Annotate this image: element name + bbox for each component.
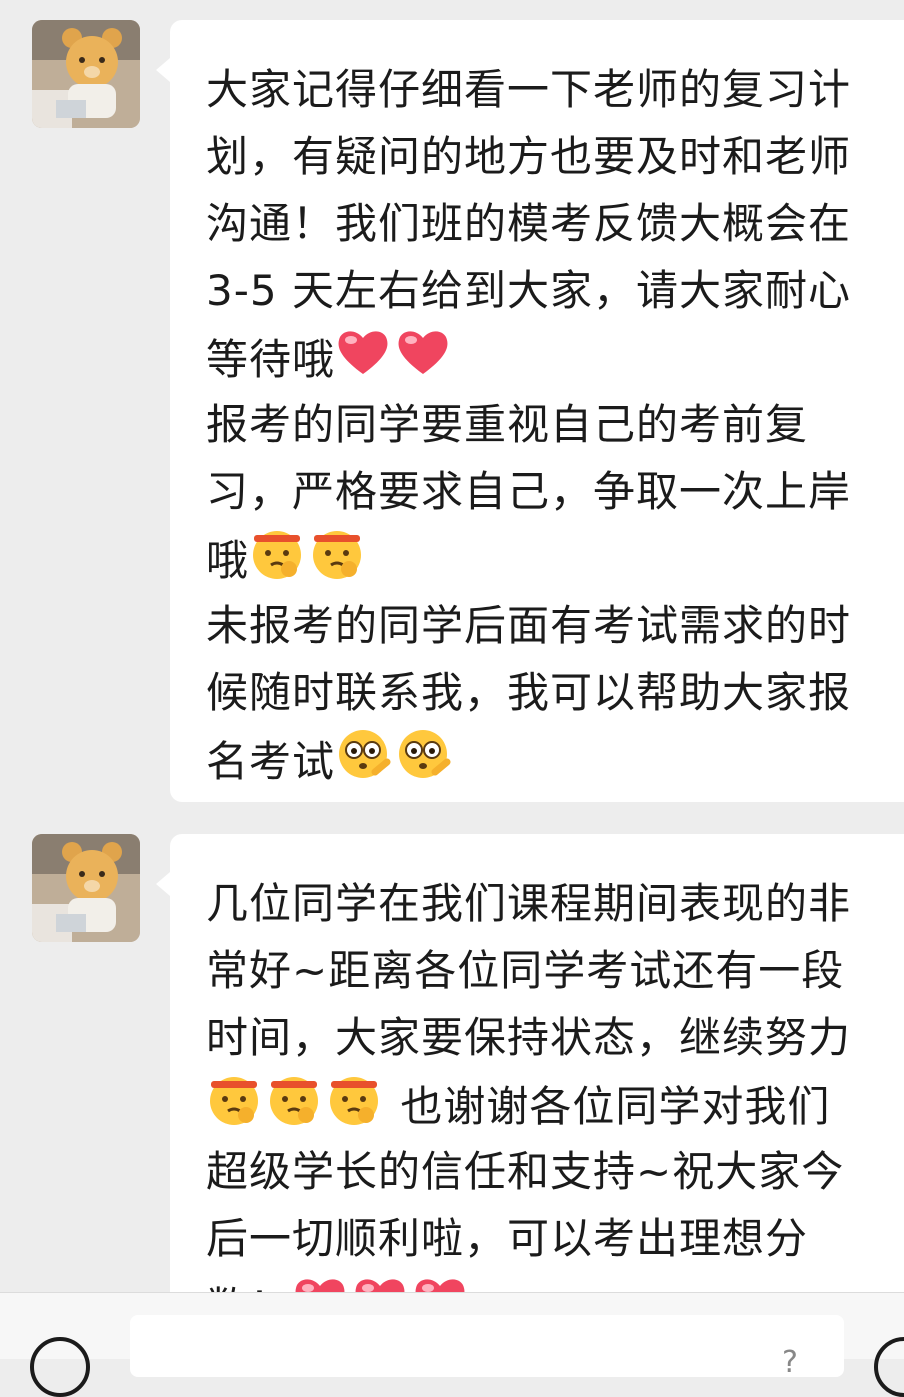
message-line: 大家记得仔细看一下老师的复习计 bbox=[206, 65, 852, 114]
message-line-with-emoji: 名考试 bbox=[206, 726, 904, 793]
heart-icon bbox=[415, 1279, 465, 1292]
message-text: 名考试 bbox=[206, 737, 336, 786]
teddy-bear-avatar-icon[interactable] bbox=[32, 834, 140, 942]
message-line-with-emoji: 等待哦 bbox=[206, 324, 904, 391]
message-text: 等待哦 bbox=[206, 335, 336, 384]
wide-eyed-face-icon bbox=[339, 730, 391, 778]
message-line: 超级学长的信任和支持~祝大家今 bbox=[206, 1147, 845, 1196]
message-line: 后一切顺利啦，可以考出理想分 bbox=[206, 1214, 809, 1263]
teddy-bear-avatar-icon[interactable] bbox=[32, 20, 140, 128]
input-glyph: ? bbox=[782, 1345, 798, 1380]
message-bubble[interactable]: 几位同学在我们课程期间表现的非 常好~距离各位同学考试还有一段 时间，大家要保持… bbox=[156, 834, 904, 1292]
heart-icon bbox=[295, 1279, 345, 1292]
message-line: 时间，大家要保持状态，继续努力 bbox=[206, 1013, 852, 1062]
message-text: 数！ bbox=[206, 1283, 292, 1292]
message-line: 报考的同学要重视自己的考前复 bbox=[206, 400, 809, 449]
heart-icon bbox=[398, 331, 448, 374]
message-line-with-emoji: 数！ bbox=[206, 1272, 904, 1292]
heart-icon bbox=[338, 331, 388, 374]
determined-face-icon bbox=[210, 1077, 258, 1125]
chat-input-bar: ? bbox=[0, 1292, 904, 1397]
determined-face-icon bbox=[270, 1077, 318, 1125]
message-line-with-emoji: 哦 bbox=[206, 525, 904, 592]
message-line: 习，严格要求自己，争取一次上岸 bbox=[206, 467, 852, 516]
message-text: 也谢谢各位同学对我们 bbox=[386, 1082, 831, 1131]
determined-face-icon bbox=[253, 531, 302, 579]
chat-message-list[interactable]: 大家记得仔细看一下老师的复习计 划，有疑问的地方也要及时和老师 沟通！我们班的模… bbox=[0, 0, 904, 1292]
message-line-with-emoji: 也谢谢各位同学对我们 bbox=[206, 1071, 904, 1138]
voice-input-icon[interactable] bbox=[30, 1337, 90, 1397]
message-line: 未报考的同学后面有考试需求的时 bbox=[206, 601, 852, 650]
message-line: 划，有疑问的地方也要及时和老师 bbox=[206, 132, 852, 181]
heart-icon bbox=[355, 1279, 405, 1292]
message-bubble[interactable]: 大家记得仔细看一下老师的复习计 划，有疑问的地方也要及时和老师 沟通！我们班的模… bbox=[156, 20, 904, 802]
emoji-picker-icon[interactable] bbox=[874, 1337, 904, 1397]
message-line: 3-5 天左右给到大家，请大家耐心 bbox=[206, 266, 851, 315]
message-input[interactable] bbox=[130, 1315, 844, 1377]
message-line: 常好~距离各位同学考试还有一段 bbox=[206, 946, 845, 995]
determined-face-icon bbox=[313, 531, 362, 579]
wide-eyed-face-icon bbox=[399, 730, 451, 778]
message-line: 候随时联系我，我可以帮助大家报 bbox=[206, 668, 852, 717]
message-line: 沟通！我们班的模考反馈大概会在 bbox=[206, 199, 852, 248]
determined-face-icon bbox=[330, 1077, 378, 1125]
message-text: 哦 bbox=[206, 536, 250, 585]
message-line: 几位同学在我们课程期间表现的非 bbox=[206, 879, 852, 928]
